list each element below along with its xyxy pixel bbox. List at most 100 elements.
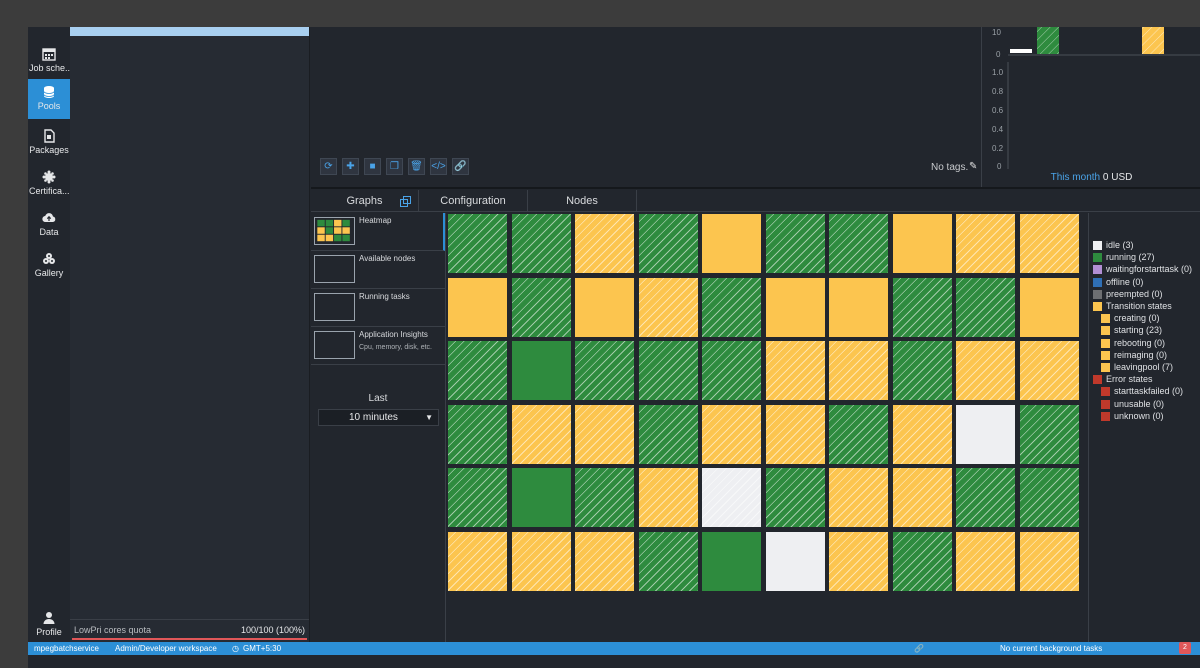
- time-range-select[interactable]: 10 minutes ▼: [318, 409, 439, 426]
- heatmap-node-trans[interactable]: [638, 468, 698, 527]
- nav-item-profile[interactable]: Profile: [28, 605, 70, 645]
- nav-item-certificates[interactable]: Certifica...: [28, 164, 70, 204]
- heatmap-node-trans[interactable]: [575, 214, 634, 273]
- graph-thumbnail: [314, 293, 355, 321]
- heatmap-node-trans[interactable]: [892, 214, 952, 273]
- heatmap-node-running[interactable]: [511, 341, 571, 400]
- notification-badge[interactable]: 2: [1179, 642, 1191, 654]
- heatmap-node-trans[interactable]: [575, 531, 634, 591]
- heatmap-node-trans[interactable]: [765, 277, 825, 337]
- heatmap-node-trans[interactable]: [448, 277, 507, 337]
- heatmap-node-trans[interactable]: [956, 214, 1015, 273]
- heatmap-node-trans[interactable]: [829, 531, 888, 591]
- heatmap-node-running[interactable]: [765, 468, 825, 527]
- add-icon: ✚: [346, 161, 355, 172]
- heatmap-node-running[interactable]: [956, 468, 1015, 527]
- heatmap-node-trans[interactable]: [956, 531, 1015, 591]
- tab-configuration[interactable]: Configuration: [419, 190, 528, 212]
- heatmap-node-running[interactable]: [892, 341, 952, 400]
- heatmap-node-trans[interactable]: [892, 468, 952, 527]
- this-month-link[interactable]: This month: [1051, 172, 1100, 183]
- heatmap-node-trans[interactable]: [575, 277, 634, 337]
- heatmap-node-running[interactable]: [1019, 468, 1079, 527]
- tab-graphs[interactable]: Graphs: [311, 190, 419, 212]
- heatmap-node-running[interactable]: [956, 277, 1015, 337]
- heatmap-node-trans[interactable]: [765, 341, 825, 400]
- heatmap-node-running[interactable]: [1019, 404, 1079, 464]
- stop-button[interactable]: ■: [364, 158, 381, 175]
- legend-swatch: [1101, 314, 1110, 324]
- popout-icon[interactable]: [400, 196, 411, 207]
- heatmap-node-trans[interactable]: [575, 404, 634, 464]
- tab-nodes[interactable]: Nodes: [528, 190, 637, 212]
- nav-item-data[interactable]: Data: [28, 205, 70, 245]
- heatmap-node-running[interactable]: [575, 468, 634, 527]
- add-button[interactable]: ✚: [342, 158, 359, 175]
- heatmap-node-running[interactable]: [829, 214, 888, 273]
- export-button[interactable]: </>: [430, 158, 447, 175]
- heatmap-node-trans[interactable]: [1019, 277, 1079, 337]
- legend-label: offline (0): [1106, 276, 1144, 287]
- heatmap-node-trans[interactable]: [892, 404, 952, 464]
- heatmap-node-running[interactable]: [765, 214, 825, 273]
- heatmap-node-running[interactable]: [448, 341, 507, 400]
- heatmap-node-trans[interactable]: [1019, 531, 1079, 591]
- heatmap-node-running[interactable]: [702, 277, 761, 337]
- heatmap-node-running[interactable]: [638, 404, 698, 464]
- heatmap-node-idle[interactable]: [956, 404, 1015, 464]
- heatmap-node-trans[interactable]: [448, 531, 507, 591]
- heatmap-node-trans[interactable]: [765, 404, 825, 464]
- link-button[interactable]: 🔗: [452, 158, 469, 175]
- graph-item-heatmap[interactable]: Heatmap: [311, 213, 445, 251]
- graph-item-application-insights[interactable]: Application Insights Cpu, memory, disk, …: [311, 327, 445, 365]
- heatmap-node-running[interactable]: [829, 404, 888, 464]
- graph-name: Application Insights: [359, 330, 428, 339]
- nav-item-pools[interactable]: Pools: [28, 79, 70, 119]
- heatmap-node-trans[interactable]: [638, 277, 698, 337]
- link-icon[interactable]: 🔗: [914, 642, 924, 655]
- heatmap-node-running[interactable]: [702, 341, 761, 400]
- heatmap-node-trans[interactable]: [702, 404, 761, 464]
- y-ticks: 1.0 0.8 0.6 0.4 0.2 0: [992, 68, 1004, 169]
- heatmap-node-idle[interactable]: [765, 531, 825, 591]
- status-timezone[interactable]: GMT+5:30: [243, 642, 281, 655]
- nav-item-job-schedules[interactable]: Job sche...: [28, 41, 70, 81]
- heatmap-node-running[interactable]: [638, 531, 698, 591]
- nav-item-gallery[interactable]: Gallery: [28, 246, 70, 286]
- heatmap-node-running[interactable]: [638, 341, 698, 400]
- heatmap-node-running[interactable]: [892, 277, 952, 337]
- delete-button[interactable]: 🗑: [408, 158, 425, 175]
- heatmap-node-trans[interactable]: [702, 214, 761, 273]
- heatmap-node-running[interactable]: [511, 277, 571, 337]
- graph-item-available-nodes[interactable]: Available nodes: [311, 251, 445, 289]
- cost-chart: 10 0 1.0 0.8 0.6 0.4 0.2 0: [992, 27, 1200, 169]
- heatmap-node-running[interactable]: [511, 468, 571, 527]
- refresh-button[interactable]: ⟳: [320, 158, 337, 175]
- heatmap-node-running[interactable]: [511, 214, 571, 273]
- clone-button[interactable]: ❐: [386, 158, 403, 175]
- nav-item-packages[interactable]: Packages: [28, 123, 70, 163]
- heatmap-node-trans[interactable]: [829, 468, 888, 527]
- pencil-icon[interactable]: ✎: [969, 161, 977, 172]
- heatmap-node-trans[interactable]: [1019, 214, 1079, 273]
- heatmap-node-running[interactable]: [638, 214, 698, 273]
- legend-label: Transition states: [1106, 301, 1172, 311]
- heatmap-node-trans[interactable]: [829, 277, 888, 337]
- status-workspace[interactable]: Admin/Developer workspace: [115, 642, 217, 655]
- heatmap-node-running[interactable]: [702, 531, 761, 591]
- heatmap-node-running[interactable]: [575, 341, 634, 400]
- heatmap-node-trans[interactable]: [511, 404, 571, 464]
- heatmap-node-running[interactable]: [448, 468, 507, 527]
- heatmap-node-running[interactable]: [448, 404, 507, 464]
- heatmap-node-trans[interactable]: [829, 341, 888, 400]
- status-account[interactable]: mpegbatchservice: [34, 642, 99, 655]
- heatmap-node-running[interactable]: [892, 531, 952, 591]
- selected-pool-row[interactable]: [70, 27, 309, 36]
- heatmap-node-trans[interactable]: [511, 531, 571, 591]
- heatmap-node-running[interactable]: [448, 214, 507, 273]
- heatmap-node-trans[interactable]: [956, 341, 1015, 400]
- graph-item-running-tasks[interactable]: Running tasks: [311, 289, 445, 327]
- heatmap-node-idle[interactable]: [702, 468, 761, 527]
- tab-label: Graphs: [346, 195, 383, 207]
- heatmap-node-trans[interactable]: [1019, 341, 1079, 400]
